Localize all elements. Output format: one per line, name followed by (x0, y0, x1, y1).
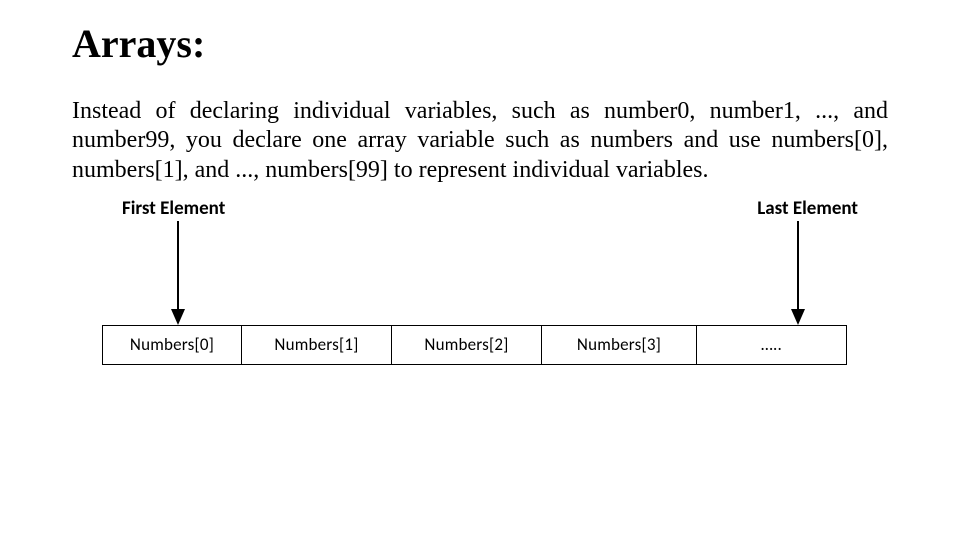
last-element-label: Last Element (757, 197, 858, 220)
array-diagram: First Element Last Element Numbers[0] Nu… (72, 197, 888, 407)
arrow-down-icon (788, 221, 808, 325)
array-cell: Numbers[3] (542, 325, 697, 365)
array-cell: Numbers[1] (242, 325, 392, 365)
array-cell: Numbers[2] (392, 325, 542, 365)
arrow-down-icon (168, 221, 188, 325)
array-cell: ….. (697, 325, 847, 365)
array-cells-row: Numbers[0] Numbers[1] Numbers[2] Numbers… (102, 325, 847, 365)
page-title: Arrays: (72, 20, 888, 67)
body-paragraph: Instead of declaring individual variable… (72, 97, 888, 185)
slide: Arrays: Instead of declaring individual … (0, 0, 960, 540)
array-cell: Numbers[0] (102, 325, 242, 365)
first-element-label: First Element (122, 197, 225, 220)
